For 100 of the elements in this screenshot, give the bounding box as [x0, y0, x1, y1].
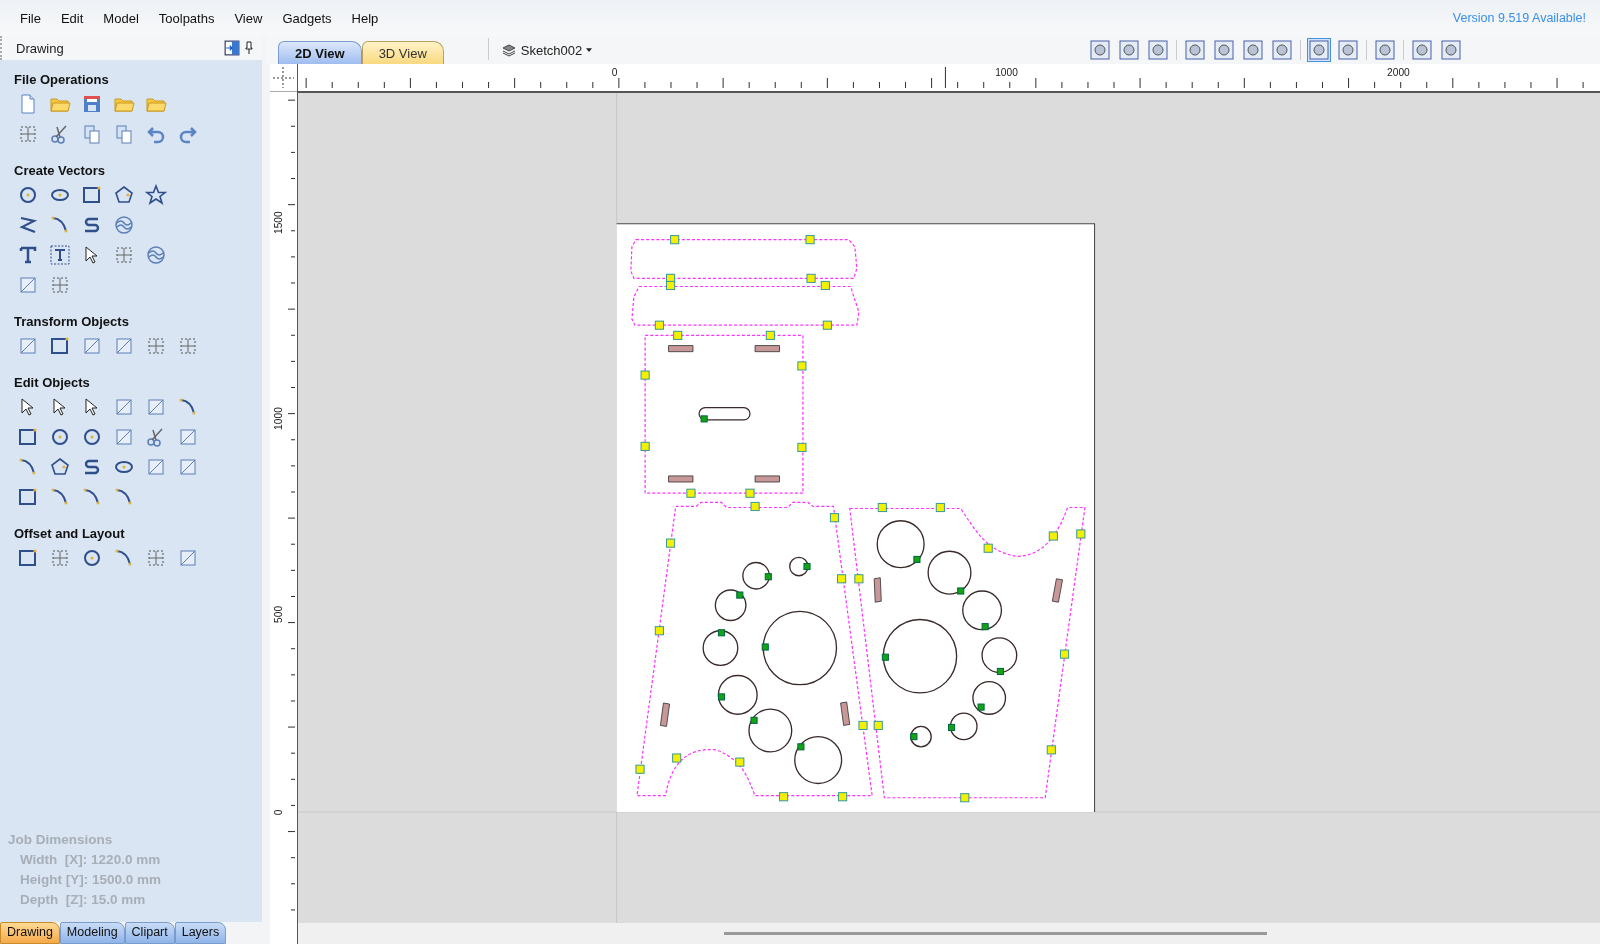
- tab-marker-icon: [666, 280, 676, 291]
- tab-marker-icon: [1076, 529, 1086, 539]
- tab-marker-icon: [1059, 649, 1070, 659]
- section-heading: Transform Objects: [14, 314, 130, 329]
- ruler-label: 2000: [1387, 67, 1410, 78]
- start-point-icon: [996, 667, 1004, 675]
- save-icon[interactable]: [81, 93, 103, 115]
- star-tool-icon[interactable]: [145, 184, 167, 206]
- tab-marker-icon: [1048, 531, 1058, 541]
- panel-tab[interactable]: Modeling: [59, 922, 125, 944]
- tab-marker-icon: [686, 488, 696, 498]
- slot-vector: [873, 577, 882, 603]
- section-heading: Edit Objects: [14, 375, 91, 390]
- slot-vector: [754, 475, 780, 483]
- view-tab[interactable]: 2D View: [278, 41, 362, 64]
- slot-vector: [840, 701, 851, 726]
- circle-vector: [962, 590, 1003, 631]
- panel-tab[interactable]: Drawing: [0, 922, 60, 944]
- tab-marker-icon: [797, 442, 807, 452]
- pin-icon[interactable]: [244, 40, 254, 56]
- scrollbar-thumb[interactable]: [724, 932, 1267, 935]
- slot-vector: [660, 702, 670, 727]
- start-point-icon: [764, 573, 772, 581]
- job-dimension-text: Width [X]: 1220.0 mm: [20, 852, 162, 867]
- panel-tab[interactable]: Layers: [174, 922, 227, 944]
- tab-marker-icon: [806, 273, 816, 283]
- tab-marker-icon: [765, 330, 775, 340]
- start-point-icon: [977, 703, 985, 711]
- tab-marker-icon: [837, 574, 847, 584]
- tab-marker-icon: [670, 235, 680, 245]
- tab-marker-icon: [666, 538, 676, 548]
- start-point-icon: [948, 723, 956, 732]
- menu-item[interactable]: File: [10, 7, 51, 29]
- tab-marker-icon: [797, 361, 807, 371]
- paste-icon[interactable]: [113, 123, 135, 145]
- wave-icon[interactable]: [113, 214, 135, 236]
- tab-marker-icon: [935, 502, 945, 513]
- view-tab[interactable]: 3D View: [361, 41, 444, 64]
- start-point-icon: [761, 643, 769, 651]
- tab-marker-icon: [854, 574, 864, 584]
- polyline-tool-icon[interactable]: [17, 214, 39, 236]
- start-point-icon: [717, 629, 726, 637]
- rectangle-tool-icon[interactable]: [81, 184, 103, 206]
- tab-marker-icon: [858, 720, 868, 730]
- text-tool-icon[interactable]: [17, 244, 39, 266]
- tab-marker-icon: [877, 502, 887, 513]
- start-point-icon: [803, 563, 811, 571]
- menu-item[interactable]: Edit: [50, 7, 94, 29]
- start-point-icon: [797, 743, 805, 751]
- polygon-tool-icon[interactable]: [113, 184, 135, 206]
- start-point-icon: [957, 587, 965, 595]
- circle-vector: [717, 674, 758, 715]
- ruler-label: 500: [273, 605, 284, 623]
- circle-vector: [794, 735, 843, 785]
- circle-vector: [714, 589, 747, 622]
- start-point-icon: [913, 555, 921, 563]
- section-heading: Create Vectors: [14, 163, 107, 178]
- section-heading: File Operations: [14, 72, 110, 87]
- tab-marker-icon: [673, 330, 683, 340]
- circle-vector: [702, 630, 739, 666]
- menu-item[interactable]: Model: [93, 7, 149, 29]
- select-all-icon[interactable]: [17, 123, 39, 145]
- panel-title: Drawing: [16, 40, 65, 56]
- circle-vector: [748, 708, 793, 753]
- job-dimensions-heading: Job Dimensions: [8, 832, 114, 847]
- ruler-label: 0: [273, 809, 284, 816]
- tab-marker-icon: [640, 370, 650, 380]
- circle-vector: [789, 556, 809, 577]
- tab-marker-icon: [654, 320, 664, 330]
- start-point-icon: [736, 591, 744, 599]
- tab-marker-icon: [805, 235, 815, 245]
- circle-vector: [927, 550, 972, 595]
- menu-item[interactable]: Toolpaths: [148, 7, 225, 29]
- text-box-icon[interactable]: [49, 244, 71, 266]
- dock-icon[interactable]: [224, 40, 240, 56]
- sketch-dropdown[interactable]: Sketch002: [496, 40, 597, 60]
- ruler-label: 0: [611, 67, 618, 78]
- menu-item[interactable]: View: [224, 7, 273, 29]
- slot-vector: [754, 345, 780, 353]
- slot-vector: [668, 475, 694, 483]
- ruler-label: 1500: [273, 211, 284, 234]
- slot-vector: [668, 345, 694, 353]
- menu-item[interactable]: Help: [341, 7, 389, 29]
- slot-vector: [1051, 578, 1063, 603]
- menu-item[interactable]: Gadgets: [272, 7, 342, 29]
- tab-marker-icon: [820, 280, 830, 291]
- copy-icon[interactable]: [81, 123, 103, 145]
- start-point-icon: [981, 623, 989, 631]
- tab-marker-icon: [735, 757, 745, 767]
- tab-marker-icon: [640, 441, 650, 451]
- circle-tool-icon[interactable]: [17, 184, 39, 206]
- caret-icon: [586, 48, 593, 52]
- panel-tab[interactable]: Clipart: [124, 922, 175, 944]
- start-point-icon: [717, 693, 726, 701]
- start-point-icon: [700, 415, 708, 423]
- start-point-icon: [750, 716, 758, 724]
- ruler-label: 1000: [273, 407, 284, 430]
- tab-marker-icon: [745, 488, 755, 498]
- slot-vector: [698, 407, 751, 421]
- circle-vector: [876, 520, 925, 569]
